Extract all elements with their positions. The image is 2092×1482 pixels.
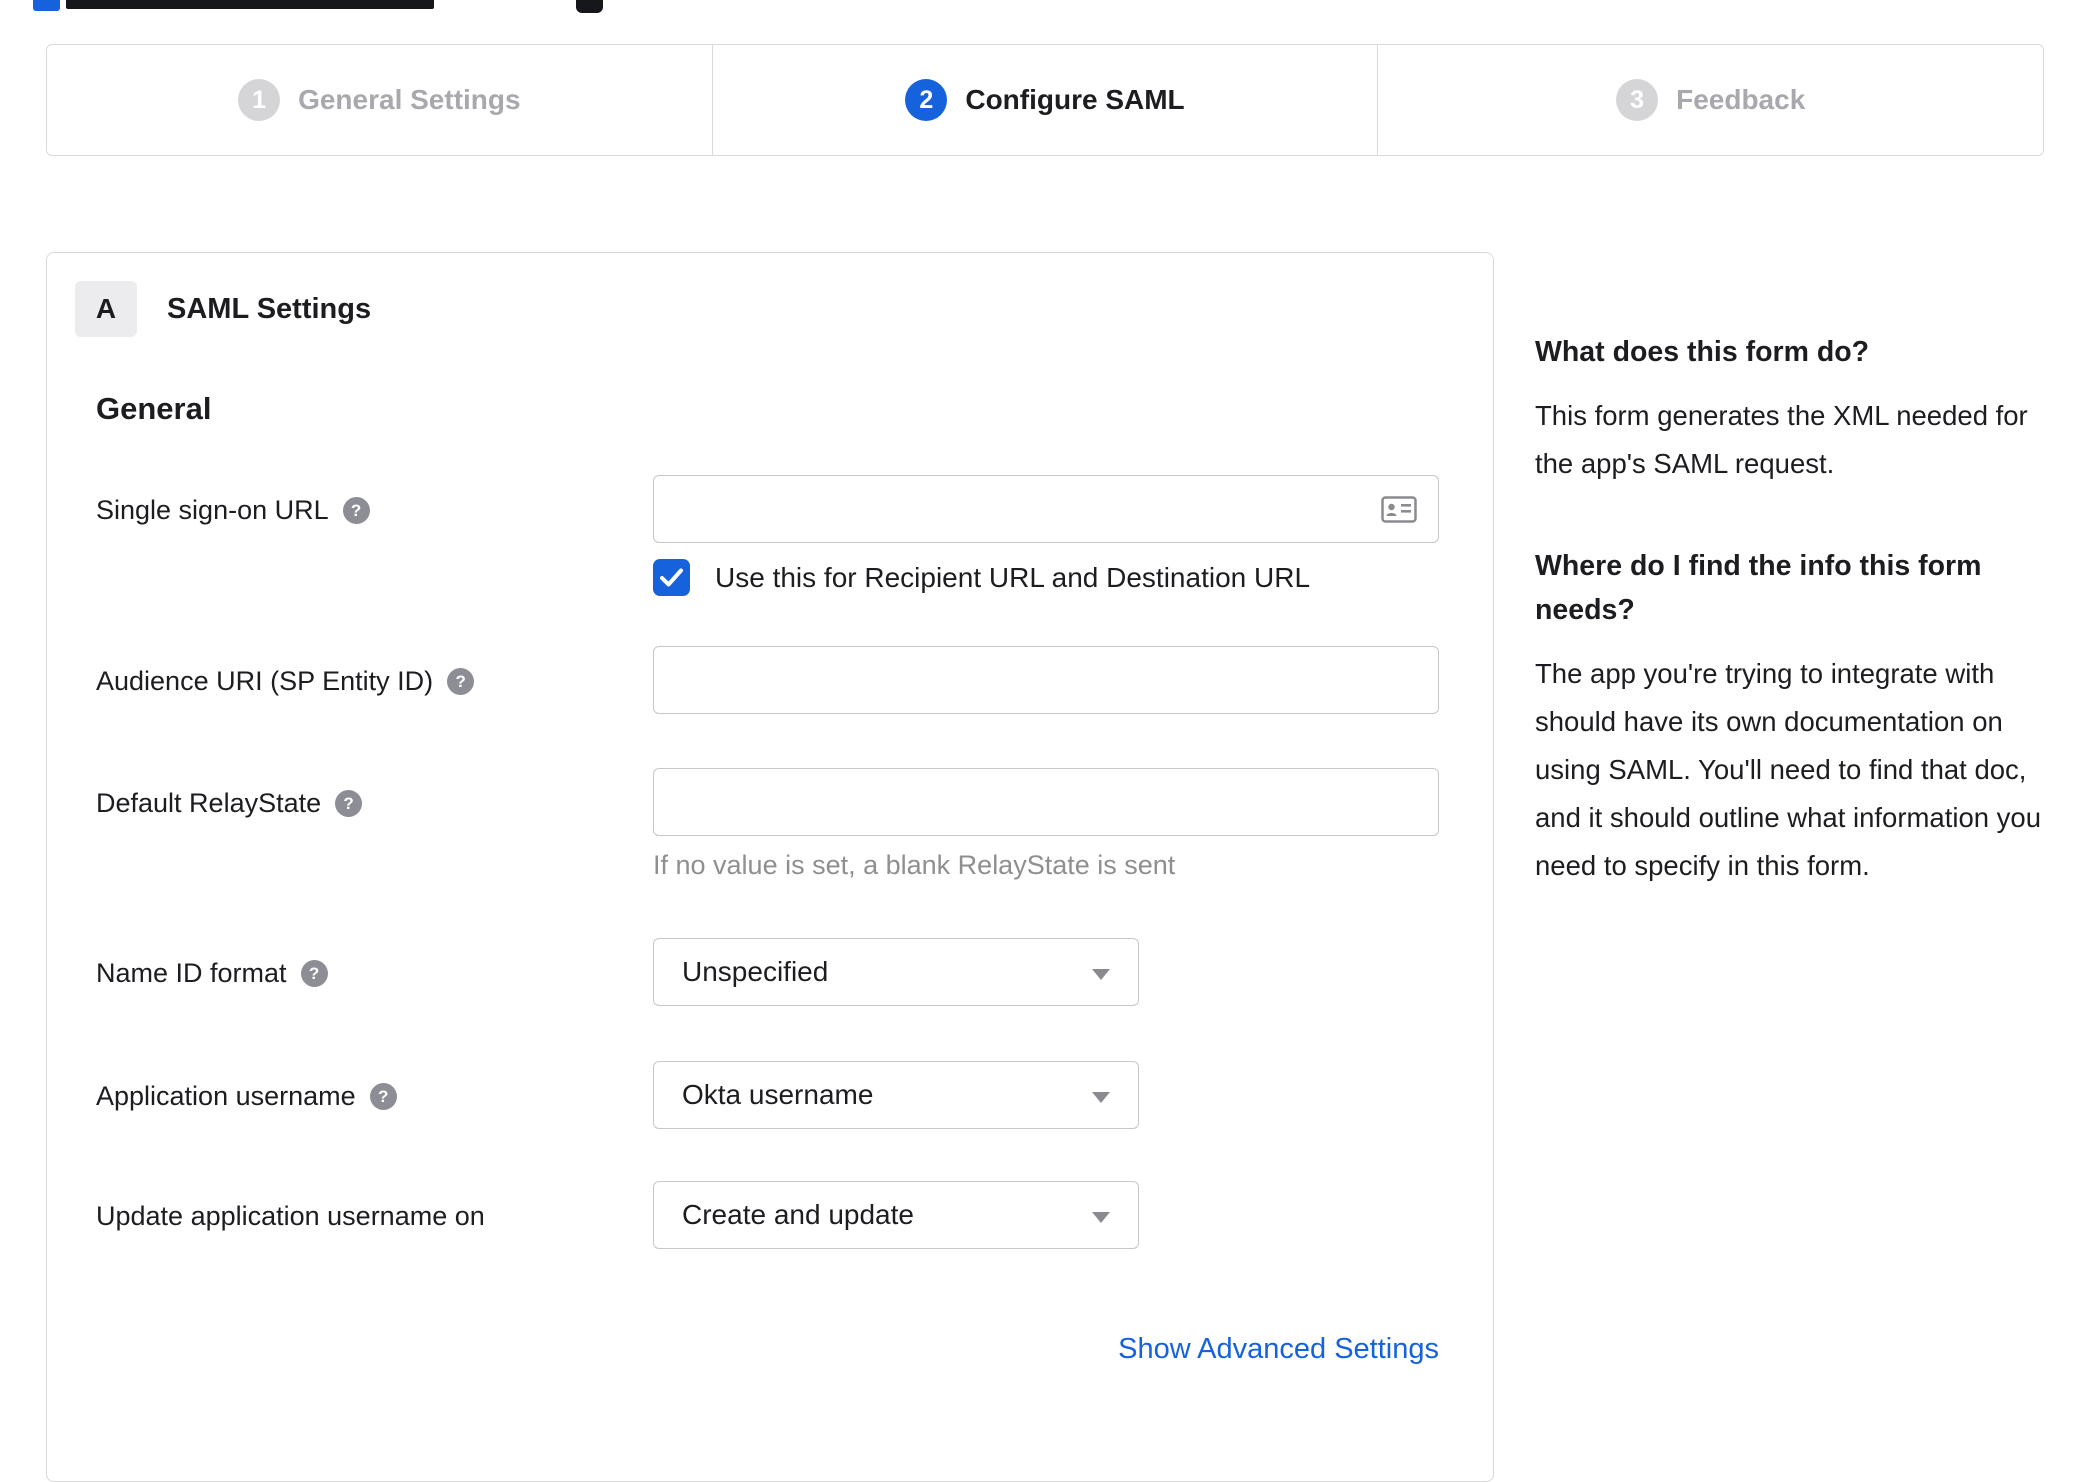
audience-uri-label-col: Audience URI (SP Entity ID) ?	[96, 646, 653, 714]
help-section-what-title: What does this form do?	[1535, 336, 1870, 368]
help-icon[interactable]: ?	[447, 668, 475, 695]
name-id-format-row: Name ID format ? Unspecified	[47, 938, 1493, 1006]
relay-state-hint: If no value is set, a blank RelayState i…	[653, 850, 1176, 880]
app-username-value: Okta username	[682, 1079, 874, 1110]
chevron-down-icon	[1092, 1092, 1110, 1103]
help-section-where-title: Where do I find the info this form needs…	[1535, 550, 1982, 626]
sso-url-row: Single sign-on URL ?	[47, 475, 1493, 543]
relay-state-input[interactable]	[653, 768, 1439, 836]
chevron-down-icon	[1092, 1212, 1110, 1223]
update-username-label: Update application username on	[96, 1201, 485, 1231]
name-id-format-label-col: Name ID format ?	[96, 938, 653, 1006]
app-username-label: Application username	[96, 1081, 356, 1111]
relay-state-label: Default RelayState	[96, 788, 322, 818]
help-section-where-body: The app you're trying to integrate with …	[1535, 658, 2042, 881]
help-sidebar: What does this form do? This form genera…	[1535, 330, 2049, 890]
recipient-url-checkbox[interactable]	[653, 559, 690, 596]
step-2-label: Configure SAML	[965, 84, 1185, 115]
recipient-url-checkbox-row: Use this for Recipient URL and Destinati…	[653, 559, 1493, 596]
help-section-what: What does this form do? This form genera…	[1535, 330, 2049, 488]
check-icon	[660, 568, 683, 587]
sso-url-label: Single sign-on URL	[96, 495, 329, 525]
show-advanced-settings-link[interactable]: Show Advanced Settings	[1118, 1333, 1439, 1365]
help-section-where: Where do I find the info this form needs…	[1535, 544, 2049, 890]
help-section-what-body: This form generates the XML needed for t…	[1535, 400, 2028, 479]
panel-title: SAML Settings	[167, 292, 372, 325]
relay-state-input-col	[653, 768, 1439, 836]
app-username-select[interactable]: Okta username	[653, 1061, 1139, 1129]
clipped-icon-fragment	[576, 0, 603, 13]
app-username-label-col: Application username ?	[96, 1061, 653, 1129]
recipient-url-checkbox-label: Use this for Recipient URL and Destinati…	[715, 562, 1311, 593]
panel-header: A SAML Settings	[47, 253, 1493, 337]
name-id-format-label: Name ID format	[96, 958, 287, 988]
sso-url-input[interactable]	[653, 475, 1439, 543]
help-icon[interactable]: ?	[369, 1083, 397, 1110]
step-1-number: 1	[238, 79, 281, 121]
section-a-badge: A	[75, 281, 137, 337]
saml-settings-panel: A SAML Settings General Single sign-on U…	[46, 252, 1494, 1482]
step-3-number: 3	[1616, 79, 1659, 121]
clipped-page-header	[0, 0, 2092, 16]
step-1-label: General Settings	[298, 84, 521, 115]
step-configure-saml[interactable]: 2 Configure SAML	[713, 45, 1379, 155]
step-feedback[interactable]: 3 Feedback	[1378, 45, 2043, 155]
help-icon[interactable]: ?	[342, 497, 370, 524]
step-3-label: Feedback	[1676, 84, 1806, 115]
update-username-label-col: Update application username on	[96, 1181, 653, 1249]
update-username-row: Update application username on Create an…	[47, 1181, 1493, 1249]
update-username-select[interactable]: Create and update	[653, 1181, 1139, 1249]
app-username-row: Application username ? Okta username	[47, 1061, 1493, 1129]
audience-uri-input[interactable]	[653, 646, 1439, 714]
help-icon[interactable]: ?	[335, 790, 363, 817]
general-group-title: General	[96, 391, 212, 426]
app-username-input-col: Okta username	[653, 1061, 1439, 1129]
audience-uri-label: Audience URI (SP Entity ID)	[96, 666, 434, 696]
sso-url-input-col	[653, 475, 1439, 543]
wizard-stepper: 1 General Settings 2 Configure SAML 3 Fe…	[46, 44, 2044, 156]
sso-url-label-col: Single sign-on URL ?	[96, 475, 653, 543]
audience-uri-row: Audience URI (SP Entity ID) ?	[47, 646, 1493, 714]
help-icon[interactable]: ?	[300, 960, 328, 987]
relay-state-row: Default RelayState ?	[47, 768, 1493, 836]
name-id-format-select[interactable]: Unspecified	[653, 938, 1139, 1006]
update-username-value: Create and update	[682, 1199, 914, 1230]
contact-card-icon	[1381, 496, 1417, 523]
audience-uri-input-col	[653, 646, 1439, 714]
relay-state-label-col: Default RelayState ?	[96, 768, 653, 836]
clipped-title-fragment	[66, 0, 434, 9]
update-username-input-col: Create and update	[653, 1181, 1439, 1249]
name-id-format-value: Unspecified	[682, 956, 829, 987]
step-general-settings[interactable]: 1 General Settings	[47, 45, 713, 155]
advanced-settings-link-row: Show Advanced Settings	[96, 1333, 1439, 1366]
chevron-down-icon	[1092, 969, 1110, 980]
step-2-number: 2	[905, 79, 948, 121]
name-id-format-input-col: Unspecified	[653, 938, 1439, 1006]
clipped-logo-fragment	[33, 0, 60, 11]
